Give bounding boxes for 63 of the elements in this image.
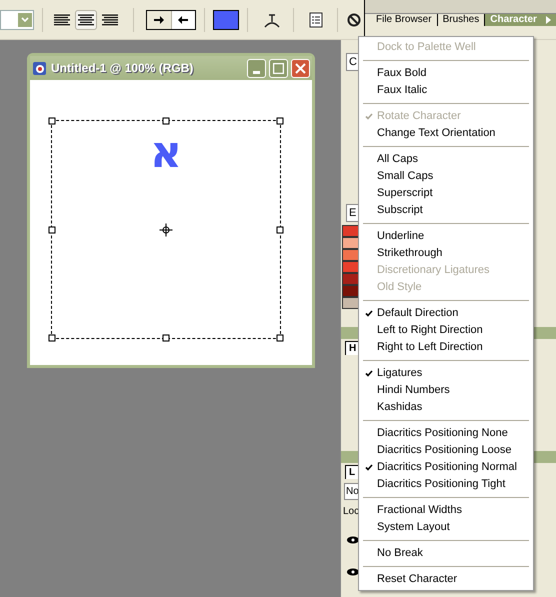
menu-item[interactable]: System Layout: [361, 519, 531, 536]
transform-handle[interactable]: [162, 118, 170, 124]
canvas-text: א: [150, 131, 182, 175]
menu-item[interactable]: All Caps: [361, 151, 531, 168]
left-arrow-icon: [177, 14, 190, 24]
menu-item[interactable]: Change Text Orientation: [361, 125, 531, 142]
transform-handle[interactable]: [162, 334, 170, 342]
checkmark-icon: [365, 464, 373, 471]
eye-icon[interactable]: [347, 536, 359, 544]
transform-handle[interactable]: [48, 226, 56, 233]
menu-item[interactable]: Faux Bold: [361, 65, 531, 82]
menu-item[interactable]: Small Caps: [361, 168, 531, 185]
checkmark-icon: [365, 113, 373, 120]
layers-tab[interactable]: L: [345, 465, 360, 479]
transform-handle[interactable]: [276, 118, 284, 124]
font-size-field[interactable]: [0, 10, 34, 30]
right-arrow-icon: [152, 14, 165, 24]
menu-item[interactable]: Diacritics Positioning Normal: [361, 459, 531, 476]
close-button[interactable]: [291, 58, 310, 78]
list-icon: [308, 12, 323, 28]
menu-item[interactable]: Faux Italic: [361, 82, 531, 99]
crosshair-icon: [160, 223, 172, 236]
window-title: Untitled-1 @ 100% (RGB): [51, 60, 194, 77]
direction-button[interactable]: [170, 10, 195, 28]
caret-icon: [544, 16, 551, 24]
menu-item[interactable]: Kashidas: [361, 399, 531, 416]
menu-item[interactable]: No Break: [361, 545, 531, 562]
lock-label: Loc: [343, 506, 360, 518]
chevron-down-icon: [21, 16, 30, 22]
checkmark-icon: [365, 310, 373, 317]
menu-item[interactable]: Diacritics Positioning None: [361, 425, 531, 442]
menu-item[interactable]: Hindi Numbers: [361, 382, 531, 399]
palette-tab[interactable]: File Browser: [370, 14, 438, 26]
menu-item[interactable]: Left to Right Direction: [361, 322, 531, 339]
align-icon: [53, 14, 72, 26]
checkmark-icon: [365, 370, 373, 377]
menu-item[interactable]: Subscript: [361, 202, 531, 219]
minimize-icon: [253, 70, 260, 74]
menu-item[interactable]: Underline: [361, 228, 531, 245]
transform-handle[interactable]: [48, 334, 56, 342]
transform-handle[interactable]: [276, 334, 284, 342]
no-entry-icon: [346, 12, 360, 26]
menu-item[interactable]: Ligatures: [361, 365, 531, 382]
maximize-button[interactable]: [269, 58, 288, 78]
menu-item[interactable]: Reset Character: [361, 571, 531, 588]
cancel-button[interactable]: [346, 12, 362, 28]
align-icon: [101, 14, 120, 26]
transform-handle[interactable]: [48, 118, 56, 124]
minimize-button[interactable]: [247, 58, 266, 78]
menu-item[interactable]: Superscript: [361, 185, 531, 202]
eye-icon[interactable]: [347, 568, 359, 576]
close-icon: [295, 62, 306, 74]
menu-item[interactable]: Right to Left Direction: [361, 339, 531, 356]
menu-item[interactable]: Default Direction: [361, 305, 531, 322]
transform-handle[interactable]: [276, 226, 284, 233]
menu-item[interactable]: Strikethrough: [361, 245, 531, 262]
menu-item[interactable]: Diacritics Positioning Loose: [361, 442, 531, 459]
maximize-icon: [273, 62, 284, 74]
app-icon: [32, 60, 48, 76]
text-color-swatch[interactable]: [212, 10, 240, 30]
align-icon: [77, 14, 96, 26]
menu-item[interactable]: Fractional Widths: [361, 502, 531, 519]
align-button[interactable]: [75, 10, 98, 30]
